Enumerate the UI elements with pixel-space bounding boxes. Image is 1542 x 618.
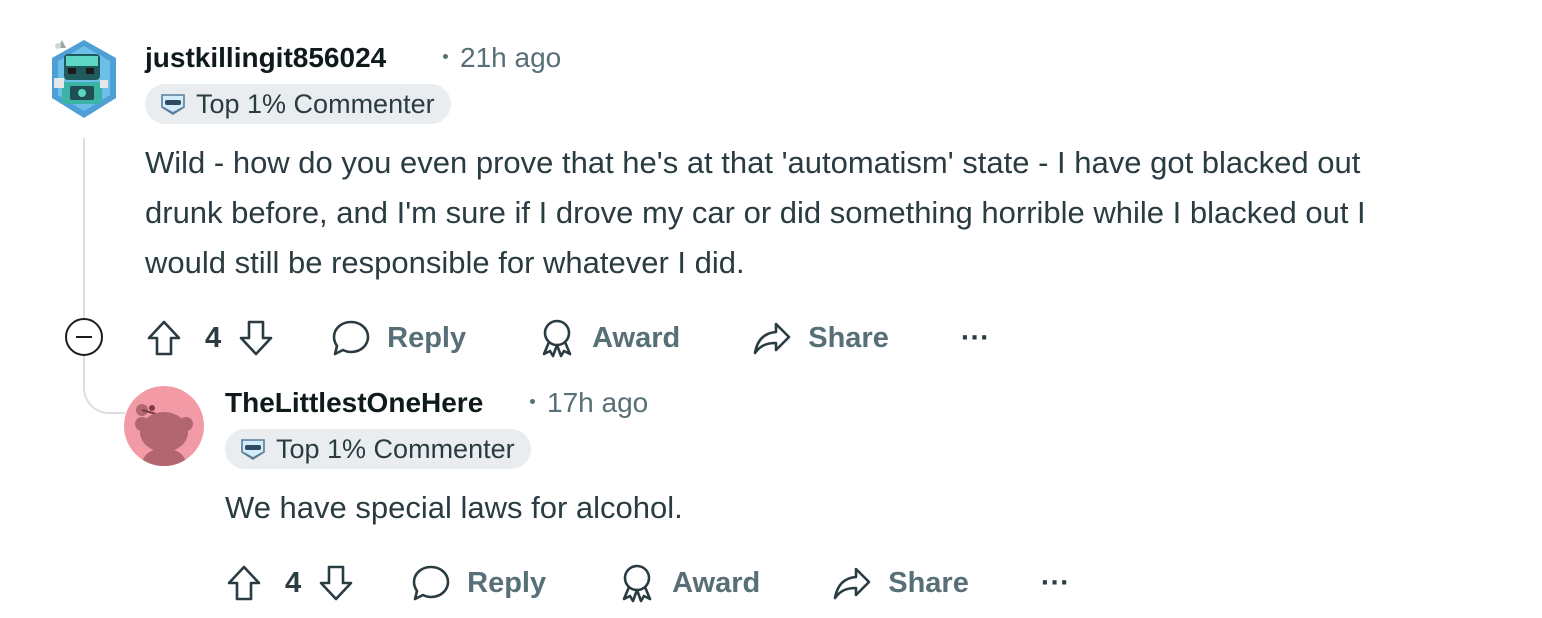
comment-action-bar: 4 Reply Award Share ··· — [225, 558, 1070, 608]
vote-score: 4 — [205, 321, 222, 354]
comment-meta: 17h ago — [520, 387, 648, 419]
comment-body: We have special laws for alcohol. — [225, 490, 683, 525]
thread-line-curve — [83, 356, 125, 414]
flair-icon — [161, 94, 185, 115]
snoo-avatar-icon — [135, 404, 193, 466]
flair-label: Top 1% Commenter — [196, 88, 435, 119]
reply-button[interactable]: Reply — [411, 563, 546, 603]
comment-timestamp[interactable]: 21h ago — [460, 42, 561, 73]
award-icon — [542, 319, 572, 358]
upvote-button[interactable] — [225, 563, 263, 603]
share-label: Share — [888, 566, 969, 599]
upvote-button[interactable] — [145, 318, 183, 358]
robot-avatar-icon — [52, 40, 116, 118]
comment-timestamp[interactable]: 17h ago — [547, 387, 648, 418]
more-icon: ··· — [1040, 566, 1070, 599]
comment-author[interactable]: justkillingit856024 — [145, 42, 386, 74]
share-button[interactable]: Share — [752, 318, 889, 358]
comment-body: Wild - how do you even prove that he's a… — [145, 145, 1366, 280]
share-icon — [833, 567, 871, 600]
vote-score: 4 — [285, 566, 302, 599]
downvote-button[interactable] — [237, 318, 275, 358]
comment-meta: 21h ago — [433, 42, 561, 74]
reply-button[interactable]: Reply — [331, 318, 466, 358]
separator-dot — [530, 399, 535, 405]
downvote-button[interactable] — [317, 563, 355, 603]
upvote-icon — [227, 565, 261, 601]
share-button[interactable]: Share — [832, 563, 969, 603]
comment-author[interactable]: TheLittlestOneHere — [225, 387, 483, 419]
thread-line — [83, 138, 85, 318]
separator-dot — [443, 54, 448, 60]
award-button[interactable]: Award — [618, 563, 760, 603]
share-label: Share — [808, 321, 889, 354]
flair-icon — [241, 439, 265, 460]
award-button[interactable]: Award — [538, 318, 680, 358]
reply-icon — [332, 320, 370, 356]
upvote-icon — [147, 320, 181, 356]
downvote-icon — [319, 565, 353, 601]
user-flair: Top 1% Commenter — [145, 84, 451, 124]
reply-label: Reply — [467, 566, 547, 599]
award-label: Award — [592, 321, 681, 354]
avatar[interactable] — [44, 36, 122, 124]
reply-icon — [412, 565, 450, 601]
award-label: Award — [672, 566, 761, 599]
collapse-thread-button[interactable] — [65, 318, 103, 356]
user-flair: Top 1% Commenter — [225, 429, 531, 469]
more-options-button[interactable]: ··· — [961, 322, 990, 355]
more-icon: ··· — [960, 321, 990, 354]
share-icon — [753, 322, 791, 355]
more-options-button[interactable]: ··· — [1041, 567, 1070, 600]
flair-label: Top 1% Commenter — [276, 433, 515, 464]
downvote-icon — [239, 320, 273, 356]
avatar[interactable] — [124, 386, 204, 466]
comment-action-bar: 4 Reply Award Share ··· — [145, 313, 990, 363]
award-icon — [622, 564, 652, 603]
reply-label: Reply — [387, 321, 467, 354]
